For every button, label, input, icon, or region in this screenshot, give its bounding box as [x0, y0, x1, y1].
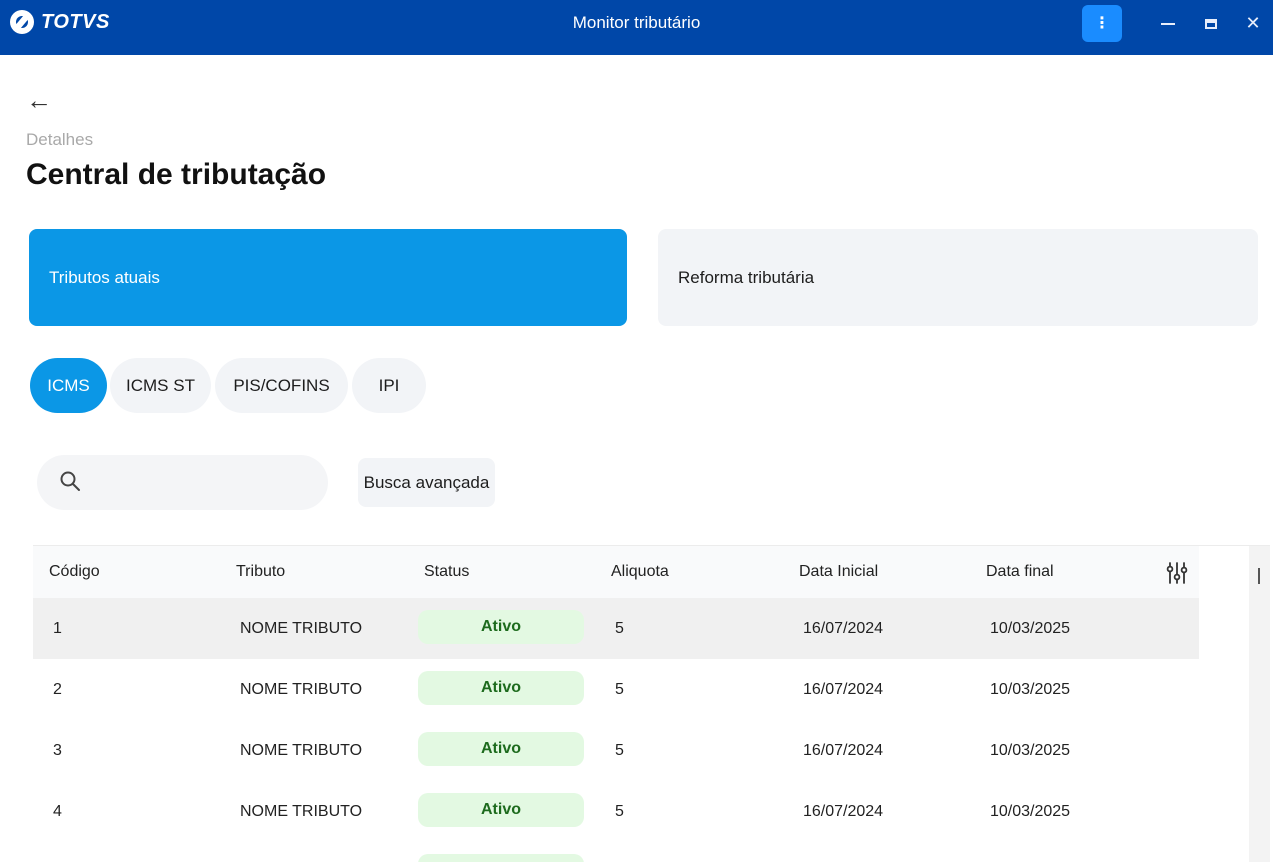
- table-row[interactable]: 3 NOME TRIBUTO Ativo 5 16/07/2024 10/03/…: [33, 720, 1199, 782]
- cell-codigo: 4: [53, 803, 62, 820]
- tab-pis-cofins[interactable]: PIS/COFINS: [215, 358, 348, 413]
- table-row-partial[interactable]: [33, 842, 1199, 862]
- kebab-menu-button[interactable]: ⋮: [1082, 5, 1122, 42]
- cell-codigo: 1: [53, 620, 62, 637]
- cell-data-final: 10/03/2025: [990, 620, 1071, 637]
- page-title: Central de tributação: [26, 158, 327, 191]
- tab-icms[interactable]: ICMS: [30, 358, 107, 413]
- search-input[interactable]: [95, 465, 319, 501]
- status-badge-partial: [418, 854, 584, 862]
- table-row[interactable]: 1 NOME TRIBUTO Ativo 5 16/07/2024 10/03/…: [33, 598, 1199, 660]
- title-bar: TOTVS Monitor tributário ⋮ ✕: [0, 0, 1273, 55]
- close-icon: ✕: [1245, 13, 1261, 33]
- minimize-icon: [1161, 23, 1175, 26]
- cell-tributo: NOME TRIBUTO: [240, 803, 363, 820]
- tab-ipi[interactable]: IPI: [352, 358, 426, 413]
- cell-codigo: 2: [53, 681, 62, 698]
- column-header-codigo[interactable]: Código: [49, 546, 100, 598]
- scrollbar-thumb[interactable]: [1258, 568, 1260, 584]
- cell-aliquota: 5: [615, 803, 624, 820]
- cell-aliquota: 5: [615, 742, 624, 759]
- cell-data-inicial: 16/07/2024: [803, 742, 884, 759]
- cell-data-inicial: 16/07/2024: [803, 681, 884, 698]
- cell-data-final: 10/03/2025: [990, 803, 1071, 820]
- vertical-scrollbar[interactable]: [1249, 546, 1270, 862]
- search-icon: [60, 471, 80, 491]
- column-header-aliquota[interactable]: Aliquota: [611, 546, 669, 598]
- column-header-data-inicial[interactable]: Data Inicial: [799, 546, 878, 598]
- cell-aliquota: 5: [615, 620, 624, 637]
- maximize-button[interactable]: [1199, 11, 1223, 35]
- cell-aliquota: 5: [615, 681, 624, 698]
- cell-tributo: NOME TRIBUTO: [240, 620, 363, 637]
- cell-data-inicial: 16/07/2024: [803, 803, 884, 820]
- cell-tributo: NOME TRIBUTO: [240, 681, 363, 698]
- tributos-table: Código Tributo Status Aliquota Data Inic…: [33, 545, 1270, 862]
- advanced-search-button[interactable]: Busca avançada: [358, 458, 495, 507]
- cell-codigo: 3: [53, 742, 62, 759]
- cell-tributo: NOME TRIBUTO: [240, 742, 363, 759]
- card-reforma-tributaria[interactable]: Reforma tributária: [658, 229, 1258, 326]
- table-row[interactable]: 4 NOME TRIBUTO Ativo 5 16/07/2024 10/03/…: [33, 781, 1199, 843]
- breadcrumb: Detalhes: [26, 130, 94, 149]
- table-header: Código Tributo Status Aliquota Data Inic…: [33, 546, 1199, 598]
- column-header-status[interactable]: Status: [424, 546, 469, 598]
- column-settings-icon[interactable]: [1165, 561, 1189, 585]
- tab-icms-st[interactable]: ICMS ST: [110, 358, 211, 413]
- back-arrow-icon[interactable]: ←: [26, 87, 52, 113]
- maximize-icon: [1205, 19, 1217, 30]
- card-tributos-atuais[interactable]: Tributos atuais: [29, 229, 627, 326]
- cell-data-inicial: 16/07/2024: [803, 620, 884, 637]
- cell-data-final: 10/03/2025: [990, 742, 1071, 759]
- column-header-data-final[interactable]: Data final: [986, 546, 1054, 598]
- close-button[interactable]: ✕: [1241, 11, 1265, 35]
- status-badge: Ativo: [418, 732, 584, 766]
- status-badge: Ativo: [418, 793, 584, 827]
- table-row[interactable]: 2 NOME TRIBUTO Ativo 5 16/07/2024 10/03/…: [33, 659, 1199, 721]
- kebab-menu-icon: ⋮: [1094, 15, 1110, 32]
- status-badge: Ativo: [418, 610, 584, 644]
- search-box[interactable]: [37, 455, 328, 510]
- status-badge: Ativo: [418, 671, 584, 705]
- minimize-button[interactable]: [1156, 11, 1180, 35]
- cell-data-final: 10/03/2025: [990, 681, 1071, 698]
- column-header-tributo[interactable]: Tributo: [236, 546, 285, 598]
